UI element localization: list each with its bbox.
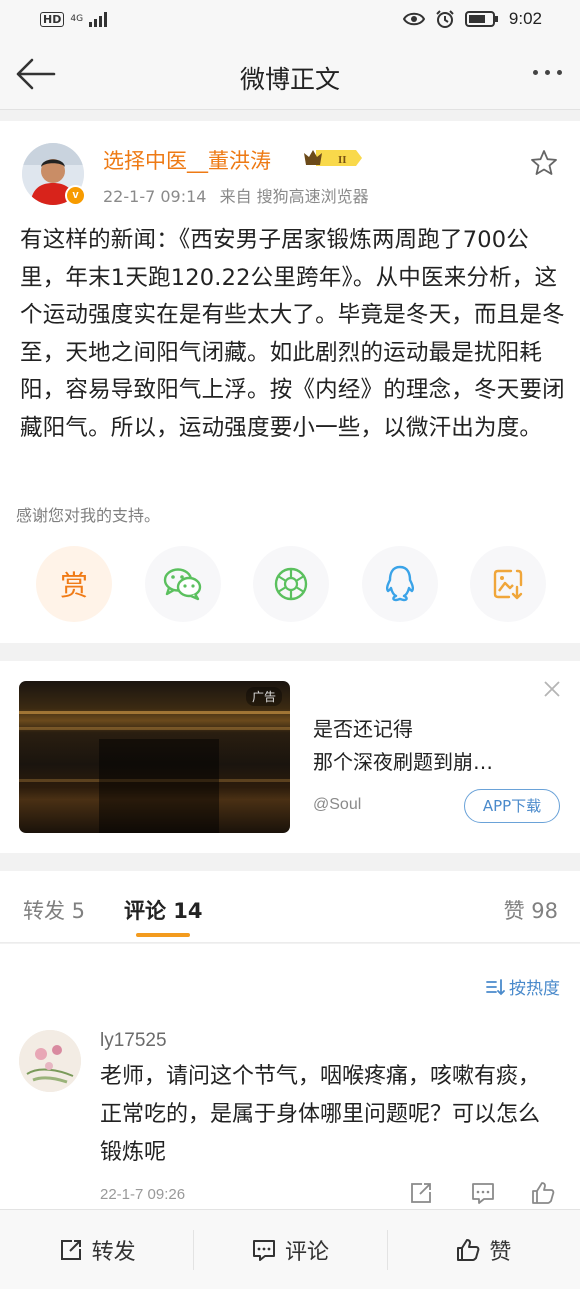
- ad-source: @Soul: [313, 796, 362, 813]
- sort-by-hot-button[interactable]: 按热度: [485, 974, 560, 999]
- reward-button[interactable]: 赏: [36, 546, 112, 622]
- status-bar: HD 4G 9:02: [0, 0, 580, 40]
- repost-label: 转发: [91, 1239, 136, 1265]
- ad-card[interactable]: 广告 是否还记得 那个深夜刷题到崩… @Soul APP下载: [0, 661, 580, 853]
- post-source: 来自 搜狗高速浏览器: [219, 187, 369, 206]
- commenter-name[interactable]: ly17525: [100, 1030, 167, 1052]
- close-icon[interactable]: [542, 679, 562, 699]
- ad-image[interactable]: 广告: [19, 681, 290, 833]
- eye-icon: [402, 12, 425, 26]
- page-title: 微博正文: [239, 65, 340, 94]
- comment-list: 按热度 ly17525 老师，请问这个节气，咽喉疼痛，咳嗽有痰，正常吃的，是属于…: [0, 944, 580, 1209]
- share-row: 赏: [36, 546, 546, 622]
- qq-icon: [385, 565, 414, 602]
- more-dots-icon[interactable]: [533, 70, 562, 75]
- moments-icon: [274, 567, 308, 601]
- post-timestamp: 22-1-7 09:14: [103, 187, 207, 206]
- repost-icon: [60, 1239, 81, 1260]
- post-body: 有这样的新闻：《西安男子居家锻炼两周跑了700公里，年末1天跑120.22公里跨…: [20, 227, 565, 441]
- bottom-action-bar: 转发 评论 赞: [0, 1209, 580, 1289]
- interaction-tabs: 转发 5 评论 14 赞 98: [0, 871, 580, 943]
- clock: 9:02: [508, 9, 542, 28]
- tab-repost[interactable]: 转发 5: [23, 895, 85, 925]
- rank-badge-icon[interactable]: II: [302, 147, 364, 169]
- like-comment-icon[interactable]: [530, 1180, 556, 1206]
- comment-time: 22-1-7 09:26: [100, 1186, 186, 1203]
- comment-icon: [252, 1239, 275, 1261]
- share-moments-button[interactable]: [253, 546, 329, 622]
- save-image-button[interactable]: [470, 546, 546, 622]
- app-download-button[interactable]: APP下载: [464, 789, 560, 823]
- commenter-avatar[interactable]: [19, 1030, 81, 1092]
- weibo-post: v 选择中医__董洪涛 II 22-1-7 09:14 来自 搜狗高速浏览器 有…: [0, 121, 580, 643]
- verified-badge-icon: v: [65, 185, 86, 206]
- reply-comment-icon[interactable]: [470, 1180, 496, 1206]
- favorite-star-icon[interactable]: [530, 149, 558, 177]
- nav-header: 微博正文: [0, 40, 580, 110]
- like-button[interactable]: 赞: [386, 1210, 580, 1289]
- active-tab-indicator: [136, 933, 190, 937]
- comment-button[interactable]: 评论: [193, 1210, 386, 1289]
- repost-button[interactable]: 转发: [0, 1210, 193, 1289]
- post-meta: 22-1-7 09:14 来自 搜狗高速浏览器: [103, 183, 369, 207]
- sort-icon: [486, 978, 505, 995]
- network-indicator: 4G: [70, 13, 84, 24]
- ad-title[interactable]: 是否还记得 那个深夜刷题到崩…: [313, 713, 553, 779]
- like-label: 赞: [489, 1239, 512, 1265]
- comment-label: 评论: [284, 1239, 329, 1265]
- status-left: HD 4G: [40, 11, 108, 27]
- thumbs-up-icon: [457, 1238, 480, 1261]
- wechat-icon: [163, 568, 201, 601]
- status-right: 9:02: [402, 9, 542, 29]
- author-name[interactable]: 选择中医__董洪涛: [103, 145, 271, 175]
- alarm-icon: [436, 10, 454, 28]
- tab-like[interactable]: 赞 98: [504, 895, 558, 925]
- reward-label: 赏: [59, 569, 88, 602]
- repost-comment-icon[interactable]: [408, 1180, 434, 1206]
- ad-tag: 广告: [245, 687, 282, 706]
- tab-comment[interactable]: 评论 14: [124, 895, 203, 925]
- rank-badge-label: II: [338, 154, 347, 166]
- comment-text: 老师，请问这个节气，咽喉疼痛，咳嗽有痰，正常吃的，是属于身体哪里问题呢？可以怎么…: [100, 1064, 541, 1165]
- share-qq-button[interactable]: [361, 546, 438, 622]
- battery-icon: [464, 11, 498, 27]
- hd-indicator: HD: [40, 11, 65, 27]
- share-wechat-button[interactable]: [144, 546, 221, 622]
- reward-thanks-text: 感谢您对我的支持。: [16, 506, 161, 525]
- sort-label: 按热度: [509, 979, 560, 999]
- signal-icon: [89, 11, 108, 27]
- save-image-icon: [493, 569, 523, 600]
